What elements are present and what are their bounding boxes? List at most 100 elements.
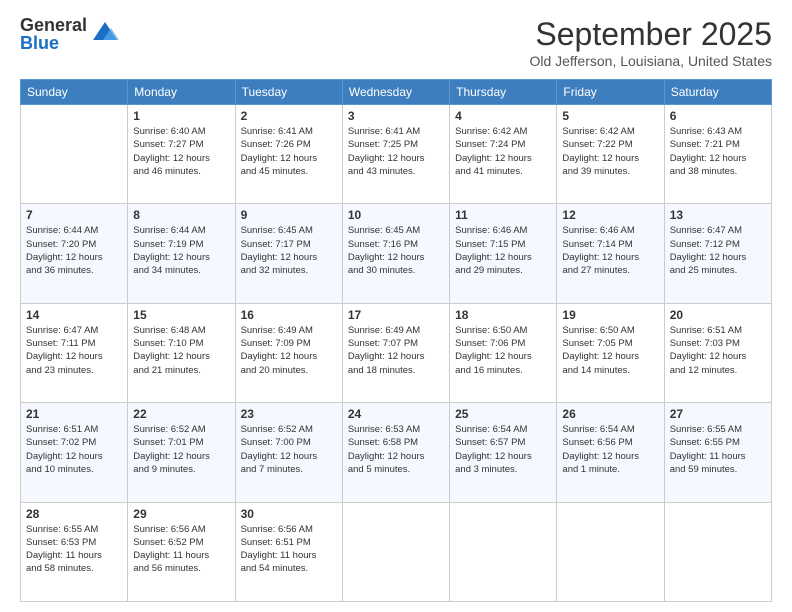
day-cell: 4 Sunrise: 6:42 AMSunset: 7:24 PMDaylight… — [450, 105, 557, 204]
day-info: Sunrise: 6:41 AMSunset: 7:25 PMDaylight:… — [348, 125, 444, 178]
day-cell: 8 Sunrise: 6:44 AMSunset: 7:19 PMDaylight… — [128, 204, 235, 303]
day-info: Sunrise: 6:55 AMSunset: 6:55 PMDaylight:… — [670, 423, 766, 476]
day-number: 4 — [455, 109, 551, 123]
day-cell: 17 Sunrise: 6:49 AMSunset: 7:07 PMDayligh… — [342, 303, 449, 402]
day-number: 9 — [241, 208, 337, 222]
day-cell: 24 Sunrise: 6:53 AMSunset: 6:58 PMDayligh… — [342, 403, 449, 502]
day-cell — [450, 502, 557, 601]
day-number: 25 — [455, 407, 551, 421]
day-number: 16 — [241, 308, 337, 322]
day-number: 13 — [670, 208, 766, 222]
title-area: September 2025 Old Jefferson, Louisiana,… — [529, 16, 772, 69]
day-cell: 11 Sunrise: 6:46 AMSunset: 7:15 PMDayligh… — [450, 204, 557, 303]
col-wednesday: Wednesday — [342, 80, 449, 105]
day-cell — [664, 502, 771, 601]
day-info: Sunrise: 6:48 AMSunset: 7:10 PMDaylight:… — [133, 324, 229, 377]
day-info: Sunrise: 6:46 AMSunset: 7:15 PMDaylight:… — [455, 224, 551, 277]
day-number: 3 — [348, 109, 444, 123]
logo-general: General — [20, 16, 87, 34]
day-info: Sunrise: 6:47 AMSunset: 7:12 PMDaylight:… — [670, 224, 766, 277]
day-number: 30 — [241, 507, 337, 521]
day-cell: 5 Sunrise: 6:42 AMSunset: 7:22 PMDaylight… — [557, 105, 664, 204]
day-cell — [557, 502, 664, 601]
calendar-table: Sunday Monday Tuesday Wednesday Thursday… — [20, 79, 772, 602]
day-info: Sunrise: 6:51 AMSunset: 7:03 PMDaylight:… — [670, 324, 766, 377]
week-row-5: 28 Sunrise: 6:55 AMSunset: 6:53 PMDayligh… — [21, 502, 772, 601]
day-cell: 22Sunrise: 6:52 AMSunset: 7:01 PMDayligh… — [128, 403, 235, 502]
day-cell: 23 Sunrise: 6:52 AMSunset: 7:00 PMDayligh… — [235, 403, 342, 502]
day-cell: 15 Sunrise: 6:48 AMSunset: 7:10 PMDayligh… — [128, 303, 235, 402]
day-cell: 2Sunrise: 6:41 AMSunset: 7:26 PMDaylight… — [235, 105, 342, 204]
day-number: 21 — [26, 407, 122, 421]
day-number: 23 — [241, 407, 337, 421]
header-row: Sunday Monday Tuesday Wednesday Thursday… — [21, 80, 772, 105]
week-row-4: 21 Sunrise: 6:51 AMSunset: 7:02 PMDayligh… — [21, 403, 772, 502]
week-row-1: 1Sunrise: 6:40 AMSunset: 7:27 PMDaylight… — [21, 105, 772, 204]
day-info: Sunrise: 6:49 AMSunset: 7:09 PMDaylight:… — [241, 324, 337, 377]
day-number: 28 — [26, 507, 122, 521]
day-cell: 21 Sunrise: 6:51 AMSunset: 7:02 PMDayligh… — [21, 403, 128, 502]
day-info: Sunrise: 6:54 AMSunset: 6:56 PMDaylight:… — [562, 423, 658, 476]
day-cell: 28 Sunrise: 6:55 AMSunset: 6:53 PMDayligh… — [21, 502, 128, 601]
col-sunday: Sunday — [21, 80, 128, 105]
day-number: 8 — [133, 208, 229, 222]
day-number: 29 — [133, 507, 229, 521]
day-info: Sunrise: 6:44 AMSunset: 7:19 PMDaylight:… — [133, 224, 229, 277]
day-info: Sunrise: 6:47 AMSunset: 7:11 PMDaylight:… — [26, 324, 122, 377]
day-info: Sunrise: 6:50 AMSunset: 7:05 PMDaylight:… — [562, 324, 658, 377]
day-info: Sunrise: 6:53 AMSunset: 6:58 PMDaylight:… — [348, 423, 444, 476]
day-number: 5 — [562, 109, 658, 123]
location: Old Jefferson, Louisiana, United States — [529, 53, 772, 69]
logo-icon — [91, 18, 119, 46]
logo-area: General Blue — [20, 16, 119, 52]
calendar-body: 1Sunrise: 6:40 AMSunset: 7:27 PMDaylight… — [21, 105, 772, 602]
day-cell: 26 Sunrise: 6:54 AMSunset: 6:56 PMDayligh… — [557, 403, 664, 502]
day-number: 22 — [133, 407, 229, 421]
logo-text: General Blue — [20, 16, 87, 52]
day-info: Sunrise: 6:43 AMSunset: 7:21 PMDaylight:… — [670, 125, 766, 178]
day-cell: 9 Sunrise: 6:45 AMSunset: 7:17 PMDaylight… — [235, 204, 342, 303]
day-cell: 16 Sunrise: 6:49 AMSunset: 7:09 PMDayligh… — [235, 303, 342, 402]
day-number: 11 — [455, 208, 551, 222]
day-cell: 12Sunrise: 6:46 AMSunset: 7:14 PMDayligh… — [557, 204, 664, 303]
col-tuesday: Tuesday — [235, 80, 342, 105]
day-info: Sunrise: 6:45 AMSunset: 7:16 PMDaylight:… — [348, 224, 444, 277]
day-cell: 6 Sunrise: 6:43 AMSunset: 7:21 PMDaylight… — [664, 105, 771, 204]
col-friday: Friday — [557, 80, 664, 105]
day-number: 24 — [348, 407, 444, 421]
day-info: Sunrise: 6:44 AMSunset: 7:20 PMDaylight:… — [26, 224, 122, 277]
day-cell: 29 Sunrise: 6:56 AMSunset: 6:52 PMDayligh… — [128, 502, 235, 601]
month-title: September 2025 — [529, 16, 772, 53]
day-number: 26 — [562, 407, 658, 421]
col-thursday: Thursday — [450, 80, 557, 105]
day-info: Sunrise: 6:42 AMSunset: 7:22 PMDaylight:… — [562, 125, 658, 178]
day-info: Sunrise: 6:56 AMSunset: 6:52 PMDaylight:… — [133, 523, 229, 576]
day-info: Sunrise: 6:56 AMSunset: 6:51 PMDaylight:… — [241, 523, 337, 576]
day-cell — [21, 105, 128, 204]
day-info: Sunrise: 6:45 AMSunset: 7:17 PMDaylight:… — [241, 224, 337, 277]
day-cell: 27Sunrise: 6:55 AMSunset: 6:55 PMDayligh… — [664, 403, 771, 502]
day-cell: 18 Sunrise: 6:50 AMSunset: 7:06 PMDayligh… — [450, 303, 557, 402]
day-info: Sunrise: 6:50 AMSunset: 7:06 PMDaylight:… — [455, 324, 551, 377]
header: General Blue September 2025 Old Jefferso… — [20, 16, 772, 69]
day-info: Sunrise: 6:55 AMSunset: 6:53 PMDaylight:… — [26, 523, 122, 576]
day-info: Sunrise: 6:52 AMSunset: 7:00 PMDaylight:… — [241, 423, 337, 476]
day-number: 15 — [133, 308, 229, 322]
day-cell: 13 Sunrise: 6:47 AMSunset: 7:12 PMDayligh… — [664, 204, 771, 303]
day-number: 18 — [455, 308, 551, 322]
logo-blue: Blue — [20, 34, 87, 52]
day-number: 12 — [562, 208, 658, 222]
day-info: Sunrise: 6:54 AMSunset: 6:57 PMDaylight:… — [455, 423, 551, 476]
day-cell — [342, 502, 449, 601]
col-saturday: Saturday — [664, 80, 771, 105]
day-number: 17 — [348, 308, 444, 322]
day-info: Sunrise: 6:51 AMSunset: 7:02 PMDaylight:… — [26, 423, 122, 476]
day-info: Sunrise: 6:41 AMSunset: 7:26 PMDaylight:… — [241, 125, 337, 178]
day-number: 10 — [348, 208, 444, 222]
day-number: 6 — [670, 109, 766, 123]
day-info: Sunrise: 6:42 AMSunset: 7:24 PMDaylight:… — [455, 125, 551, 178]
day-cell: 7Sunrise: 6:44 AMSunset: 7:20 PMDaylight… — [21, 204, 128, 303]
page: General Blue September 2025 Old Jefferso… — [0, 0, 792, 612]
day-number: 20 — [670, 308, 766, 322]
day-info: Sunrise: 6:49 AMSunset: 7:07 PMDaylight:… — [348, 324, 444, 377]
